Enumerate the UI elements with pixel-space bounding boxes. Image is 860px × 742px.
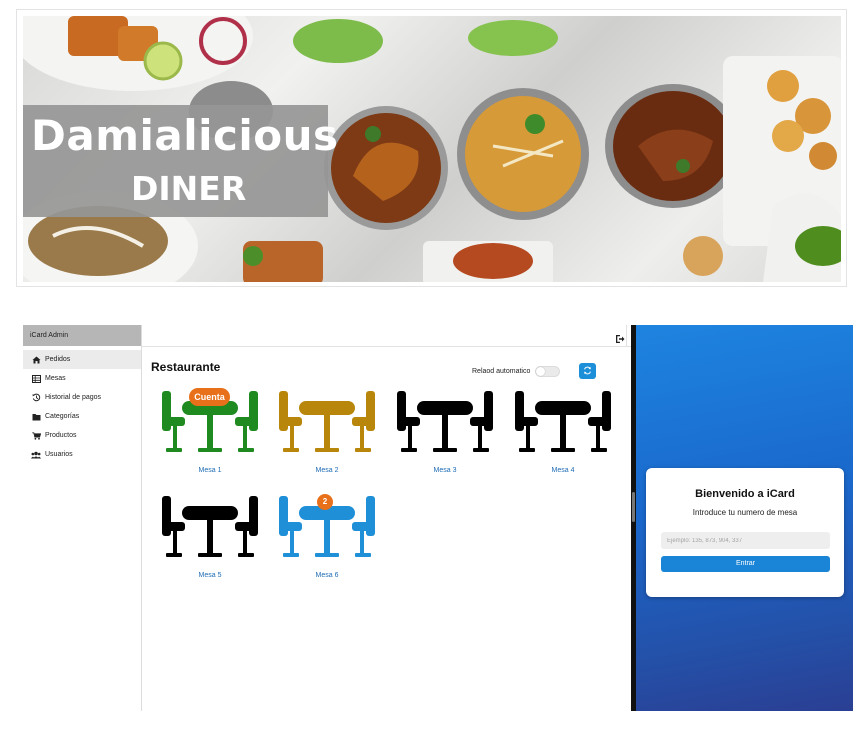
table-card-mesa-2[interactable]: Mesa 2 [277, 387, 377, 483]
brand-logo: Damialicious DINER [23, 105, 339, 217]
table-label[interactable]: Mesa 3 [395, 467, 495, 474]
table-chairs-icon [162, 496, 258, 557]
sidebar: iCard Admin Pedidos Mesas Historial de p… [23, 325, 142, 711]
table-label[interactable]: Mesa 5 [160, 572, 260, 579]
table-chairs-icon [515, 391, 611, 452]
refresh-button[interactable] [579, 363, 596, 379]
table-card-mesa-1[interactable]: Cuenta Mesa 1 [160, 387, 260, 483]
logout-icon[interactable] [615, 331, 625, 343]
sidebar-item-productos[interactable]: Productos [23, 426, 141, 445]
sidebar-app-name: iCard Admin [23, 325, 141, 346]
table-icon [31, 374, 41, 383]
device-side-button [632, 492, 635, 522]
enter-button[interactable]: Entrar [661, 556, 830, 572]
admin-app: iCard Admin Pedidos Mesas Historial de p… [23, 325, 631, 711]
top-navbar [142, 325, 631, 347]
table-card-mesa-6[interactable]: 2 Mesa 6 [277, 492, 377, 588]
sidebar-item-label: Productos [45, 432, 77, 439]
table-card-mesa-5[interactable]: Mesa 5 [160, 492, 260, 588]
sidebar-item-usuarios[interactable]: Usuarios [23, 445, 141, 464]
restaurant-banner: Damialicious DINER [16, 9, 847, 287]
table-label[interactable]: Mesa 4 [513, 467, 613, 474]
table-chairs-icon [279, 391, 375, 452]
history-icon [31, 393, 41, 402]
sidebar-item-historial[interactable]: Historial de pagos [23, 388, 141, 407]
users-icon [31, 451, 41, 459]
sidebar-item-label: Categorías [45, 413, 80, 420]
table-label[interactable]: Mesa 1 [160, 467, 260, 474]
pending-orders-badge: 2 [317, 494, 333, 510]
cart-icon [31, 431, 41, 440]
folder-icon [31, 413, 41, 421]
welcome-title: Bienvenido a iCard [695, 488, 795, 500]
brand-subtitle: DINER [131, 169, 247, 208]
client-app-screen: Bienvenido a iCard Introduce tu numero d… [636, 325, 853, 711]
sidebar-item-mesas[interactable]: Mesas [23, 369, 141, 388]
instruction-text: Introduce tu numero de mesa [692, 508, 798, 517]
refresh-icon [583, 362, 592, 380]
sidebar-item-categorias[interactable]: Categorías [23, 407, 141, 426]
sidebar-item-label: Pedidos [45, 356, 71, 363]
brand-name: Damialicious [31, 111, 339, 160]
food-photo: Damialicious DINER [23, 16, 841, 282]
login-card: Bienvenido a iCard Introduce tu numero d… [646, 468, 844, 597]
sidebar-item-label: Historial de pagos [45, 394, 102, 401]
toggle-knob [536, 367, 545, 376]
topbar-divider [626, 325, 627, 347]
auto-reload-toggle[interactable] [535, 366, 560, 377]
table-card-mesa-3[interactable]: Mesa 3 [395, 387, 495, 483]
table-chairs-icon [397, 391, 493, 452]
table-number-input[interactable] [661, 532, 830, 549]
bill-requested-badge: Cuenta [189, 388, 230, 406]
orders-page: Restaurante Relaod automatico Cuenta Mes… [142, 347, 631, 711]
page-title: Restaurante [151, 360, 221, 374]
sidebar-item-pedidos[interactable]: Pedidos [23, 350, 141, 369]
sidebar-item-label: Usuarios [45, 451, 73, 458]
table-label[interactable]: Mesa 2 [277, 467, 377, 474]
sidebar-item-label: Mesas [45, 375, 66, 382]
table-card-mesa-4[interactable]: Mesa 4 [513, 387, 613, 483]
auto-reload-label: Relaod automatico [472, 368, 531, 375]
home-icon [31, 356, 41, 364]
table-label[interactable]: Mesa 6 [277, 572, 377, 579]
